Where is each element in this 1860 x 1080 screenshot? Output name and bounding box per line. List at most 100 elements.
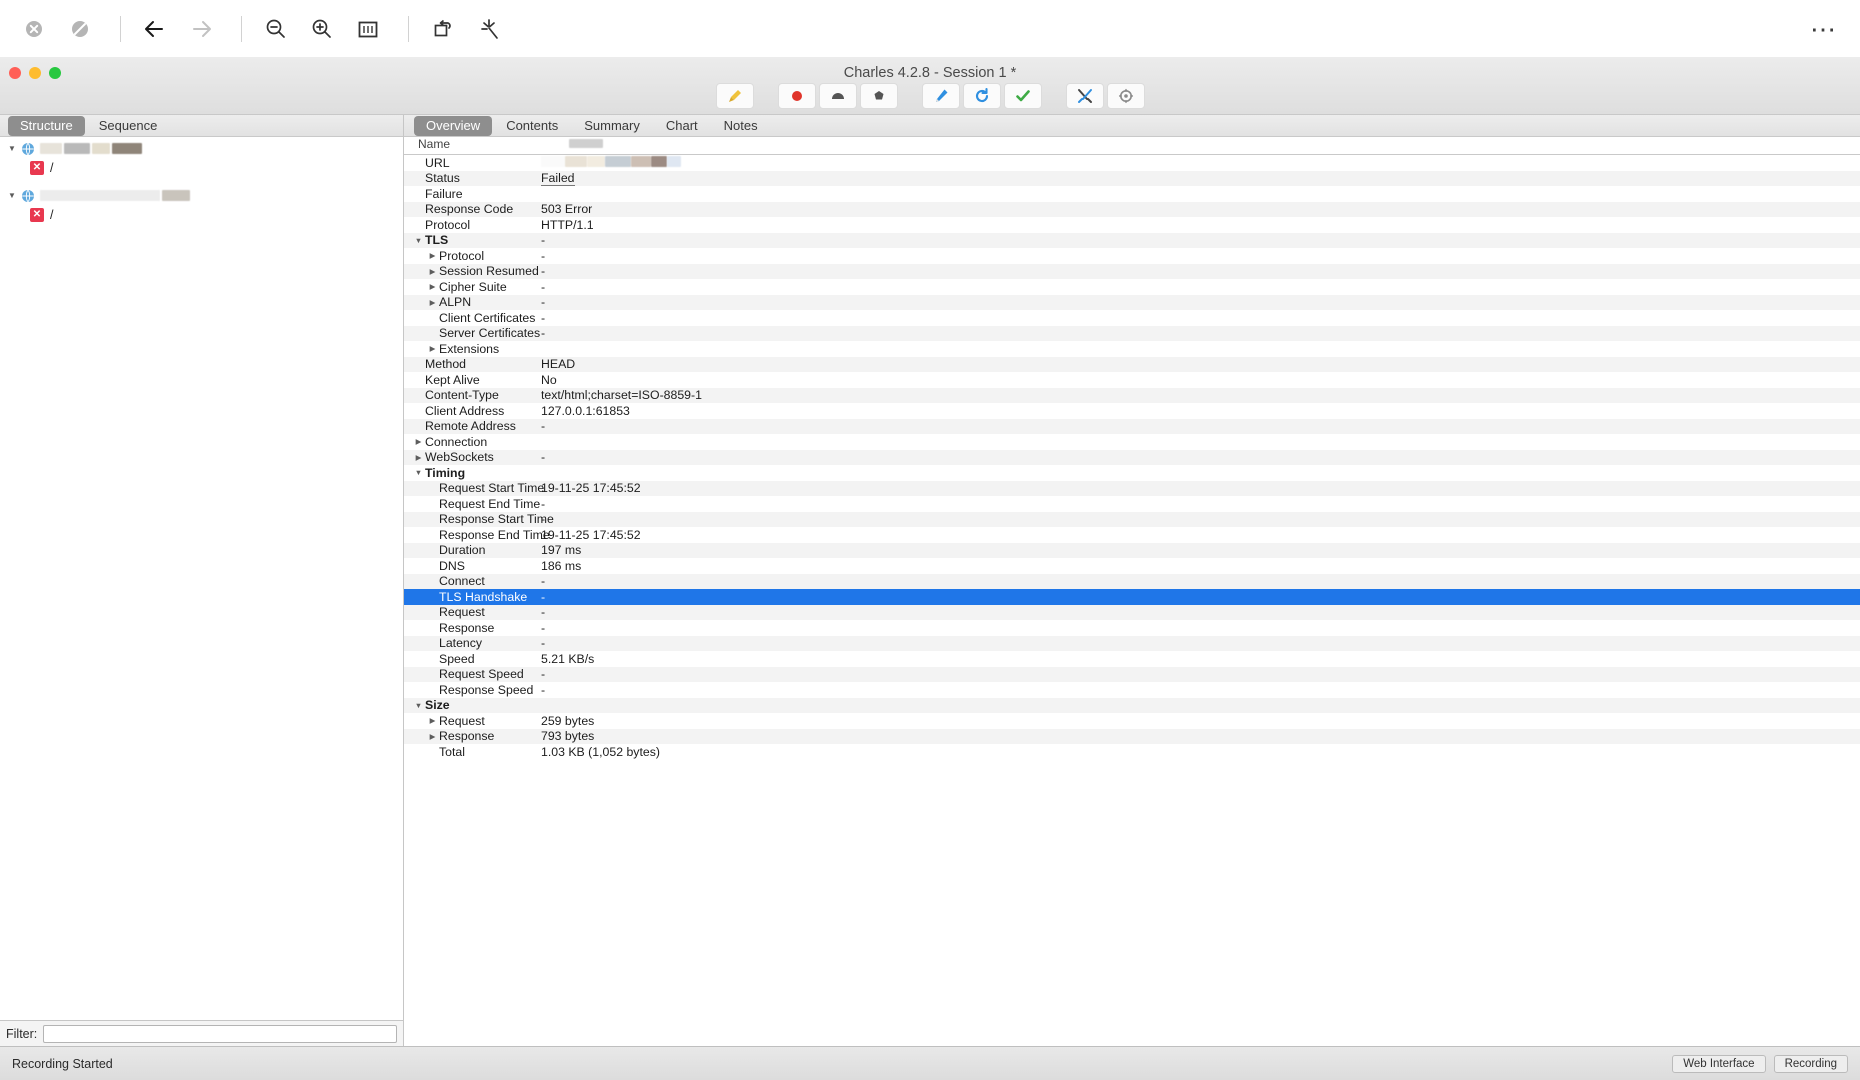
zoom-in-icon[interactable] (302, 9, 342, 49)
table-row[interactable]: ▶TLS Handshake- (404, 589, 1860, 605)
left-pane: Structure Sequence ▼ (0, 115, 404, 1046)
table-row[interactable]: ▶ALPN- (404, 295, 1860, 311)
column-header-name[interactable]: Name (404, 137, 569, 154)
stop-close-icon[interactable] (14, 9, 54, 49)
table-row[interactable]: ▶Cipher Suite- (404, 279, 1860, 295)
chevron-right-icon[interactable]: ▶ (426, 251, 439, 260)
tab-contents[interactable]: Contents (494, 116, 570, 136)
row-value-cell: HTTP/1.1 (541, 218, 1860, 232)
table-row[interactable]: ▶Request- (404, 605, 1860, 621)
overflow-menu-icon[interactable]: ⋯ (1802, 9, 1846, 49)
table-row[interactable]: ▶Response Start Time- (404, 512, 1860, 528)
table-row[interactable]: ▶DNS186 ms (404, 558, 1860, 574)
magic-wand-icon[interactable] (469, 9, 509, 49)
breakpoints-button[interactable] (860, 83, 898, 109)
session-tree[interactable]: ▼ ✕ (0, 137, 403, 1020)
table-row[interactable]: ▶Response793 bytes (404, 729, 1860, 745)
throttle-button[interactable] (819, 83, 857, 109)
column-header-value[interactable] (569, 137, 1860, 154)
table-row[interactable]: ▼Timing (404, 465, 1860, 481)
chevron-down-icon[interactable]: ▼ (4, 191, 20, 200)
row-name-label: Method (425, 357, 466, 371)
table-row[interactable]: ▶Content-Typetext/html;charset=ISO-8859-… (404, 388, 1860, 404)
right-pane: Overview Contents Summary Chart Notes Na… (404, 115, 1860, 1046)
chevron-right-icon[interactable]: ▶ (426, 344, 439, 353)
tab-summary[interactable]: Summary (572, 116, 652, 136)
recording-button[interactable]: Recording (1774, 1055, 1848, 1073)
chevron-down-icon[interactable]: ▼ (412, 468, 425, 477)
table-row[interactable]: ▶Client Address127.0.0.1:61853 (404, 403, 1860, 419)
tree-path-row[interactable]: ✕ / (0, 158, 403, 177)
table-row[interactable]: ▶WebSockets- (404, 450, 1860, 466)
tree-path-row[interactable]: ✕ / (0, 205, 403, 224)
tab-overview[interactable]: Overview (414, 116, 492, 136)
table-row[interactable]: ▶Remote Address- (404, 419, 1860, 435)
validate-button[interactable] (1004, 83, 1042, 109)
forward-arrow-icon[interactable] (181, 9, 221, 49)
chevron-right-icon[interactable]: ▶ (426, 716, 439, 725)
chevron-right-icon[interactable]: ▶ (412, 453, 425, 462)
chevron-right-icon[interactable]: ▶ (426, 732, 439, 741)
row-name-cell: ▶Response End Time (404, 528, 541, 542)
block-icon[interactable] (60, 9, 100, 49)
row-name-label: TLS (425, 233, 448, 247)
table-row[interactable]: ▶Response End Time19-11-25 17:45:52 (404, 527, 1860, 543)
table-row[interactable]: ▶Connect- (404, 574, 1860, 590)
table-row[interactable]: ▶Response Code503 Error (404, 202, 1860, 218)
table-row[interactable]: ▶Client Certificates- (404, 310, 1860, 326)
chevron-right-icon[interactable]: ▶ (412, 437, 425, 446)
zoom-out-icon[interactable] (256, 9, 296, 49)
table-row[interactable]: ▶Request259 bytes (404, 713, 1860, 729)
table-row[interactable]: ▶Extensions (404, 341, 1860, 357)
table-row[interactable]: ▶ProtocolHTTP/1.1 (404, 217, 1860, 233)
row-value-cell: text/html;charset=ISO-8859-1 (541, 388, 1860, 402)
table-row[interactable]: ▶MethodHEAD (404, 357, 1860, 373)
table-row[interactable]: ▶Response Speed- (404, 682, 1860, 698)
table-row[interactable]: ▼TLS- (404, 233, 1860, 249)
web-interface-button[interactable]: Web Interface (1672, 1055, 1765, 1073)
table-row[interactable]: ▶Kept AliveNo (404, 372, 1860, 388)
settings-button[interactable] (1107, 83, 1145, 109)
table-row[interactable]: ▶Request Start Time19-11-25 17:45:52 (404, 481, 1860, 497)
table-row[interactable]: ▶Response- (404, 620, 1860, 636)
table-row[interactable]: ▶Latency- (404, 636, 1860, 652)
table-row[interactable]: ▶Duration197 ms (404, 543, 1860, 559)
chevron-right-icon[interactable]: ▶ (426, 282, 439, 291)
tools-button[interactable] (1066, 83, 1104, 109)
table-row[interactable]: ▶Total1.03 KB (1,052 bytes) (404, 744, 1860, 760)
clear-session-button[interactable] (716, 83, 754, 109)
start-recording-button[interactable] (778, 83, 816, 109)
table-row[interactable]: ▼Size (404, 698, 1860, 714)
tab-sequence[interactable]: Sequence (87, 116, 170, 136)
compose-button[interactable] (922, 83, 960, 109)
row-name-cell: ▶Extensions (404, 342, 541, 356)
table-row[interactable]: ▶Connection (404, 434, 1860, 450)
rotate-window-icon[interactable] (423, 9, 463, 49)
chevron-right-icon[interactable]: ▶ (426, 267, 439, 276)
filter-input[interactable] (43, 1025, 397, 1043)
tab-chart[interactable]: Chart (654, 116, 710, 136)
table-row[interactable]: ▶Speed5.21 KB/s (404, 651, 1860, 667)
table-row[interactable]: ▶Server Certificates- (404, 326, 1860, 342)
table-row[interactable]: ▶URL (404, 155, 1860, 171)
chevron-down-icon[interactable]: ▼ (412, 236, 425, 245)
tree-host-row[interactable]: ▼ (0, 139, 403, 158)
chevron-right-icon[interactable]: ▶ (426, 298, 439, 307)
table-row[interactable]: ▶StatusFailed (404, 171, 1860, 187)
tab-notes[interactable]: Notes (712, 116, 770, 136)
tab-structure[interactable]: Structure (8, 116, 85, 136)
toolbar-divider-2 (241, 16, 242, 42)
back-arrow-icon[interactable] (135, 9, 175, 49)
table-row[interactable]: ▶Session Resumed- (404, 264, 1860, 280)
tree-host-row[interactable]: ▼ (0, 186, 403, 205)
table-row[interactable]: ▶Failure (404, 186, 1860, 202)
row-value-label: - (541, 497, 545, 511)
chevron-down-icon[interactable]: ▼ (4, 144, 20, 153)
table-row[interactable]: ▶Request Speed- (404, 667, 1860, 683)
table-row[interactable]: ▶Protocol- (404, 248, 1860, 264)
repeat-button[interactable] (963, 83, 1001, 109)
fit-screen-icon[interactable] (348, 9, 388, 49)
row-value-label: No (541, 373, 557, 387)
table-row[interactable]: ▶Request End Time- (404, 496, 1860, 512)
chevron-down-icon[interactable]: ▼ (412, 701, 425, 710)
